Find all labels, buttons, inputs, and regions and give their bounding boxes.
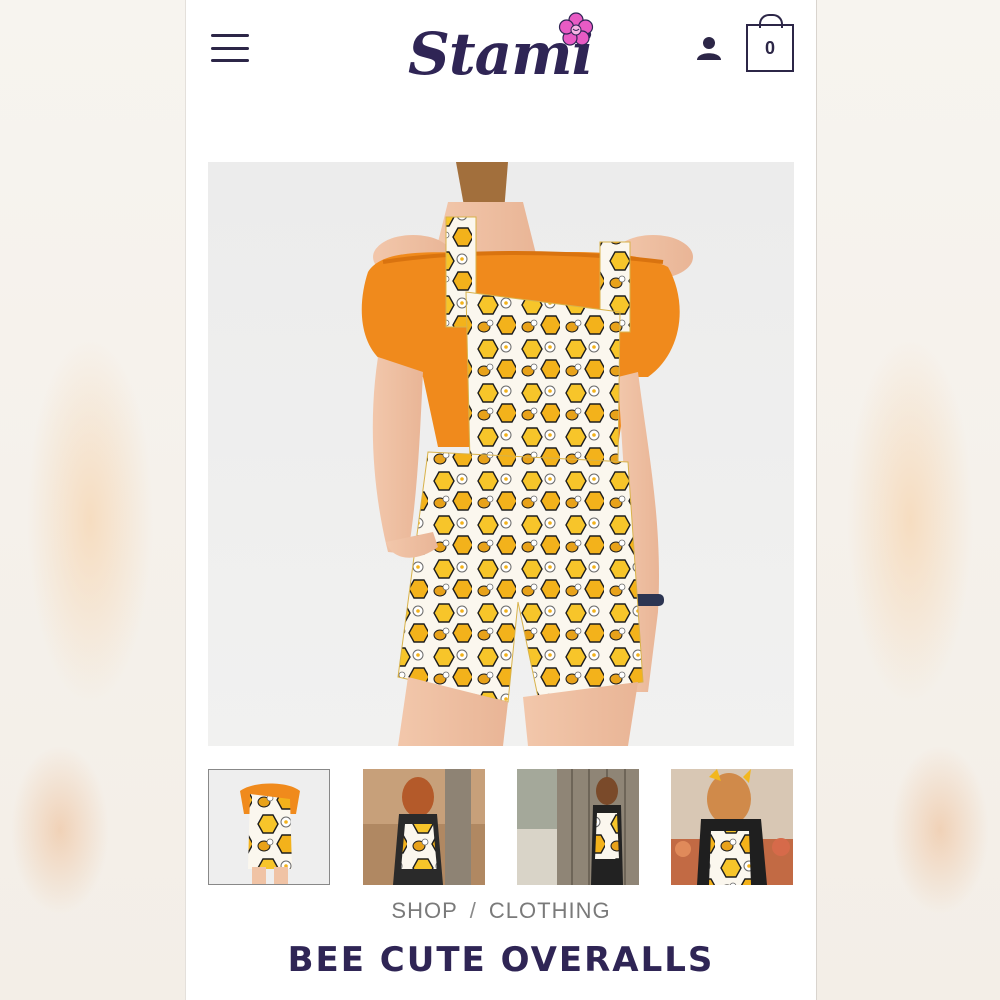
- thumbnail-image: [363, 769, 485, 885]
- product-main-image[interactable]: [208, 162, 794, 746]
- flower-icon: [558, 12, 594, 46]
- thumbnail-autumn-tree[interactable]: [363, 769, 485, 885]
- thumbnail-wooden-fence[interactable]: [517, 769, 639, 885]
- breadcrumb-clothing-link[interactable]: CLOTHING: [489, 898, 611, 923]
- breadcrumb-shop-link[interactable]: SHOP: [391, 898, 457, 923]
- user-icon[interactable]: [694, 33, 724, 63]
- thumbnail-image: [517, 769, 639, 885]
- cart-count: 0: [746, 24, 794, 72]
- thumbnail-flower-garden[interactable]: [671, 769, 793, 885]
- phone-screen: Stami 0 SHOP / CLOTHING BEE CUTE OVERALL…: [185, 0, 817, 1000]
- thumbnail-image: [208, 769, 330, 885]
- hamburger-menu-icon[interactable]: [211, 34, 249, 62]
- product-title: BEE CUTE OVERALLS: [287, 940, 715, 980]
- breadcrumb: SHOP / CLOTHING: [186, 898, 816, 924]
- logo[interactable]: Stami: [408, 12, 598, 92]
- thumbnail-strip: [208, 769, 794, 885]
- thumbnail-image: [671, 769, 793, 885]
- breadcrumb-separator: /: [469, 898, 477, 923]
- thumbnail-front-studio[interactable]: [208, 769, 330, 885]
- shopping-bag-icon[interactable]: 0: [746, 14, 794, 72]
- model-in-overalls-illustration: [361, 162, 693, 746]
